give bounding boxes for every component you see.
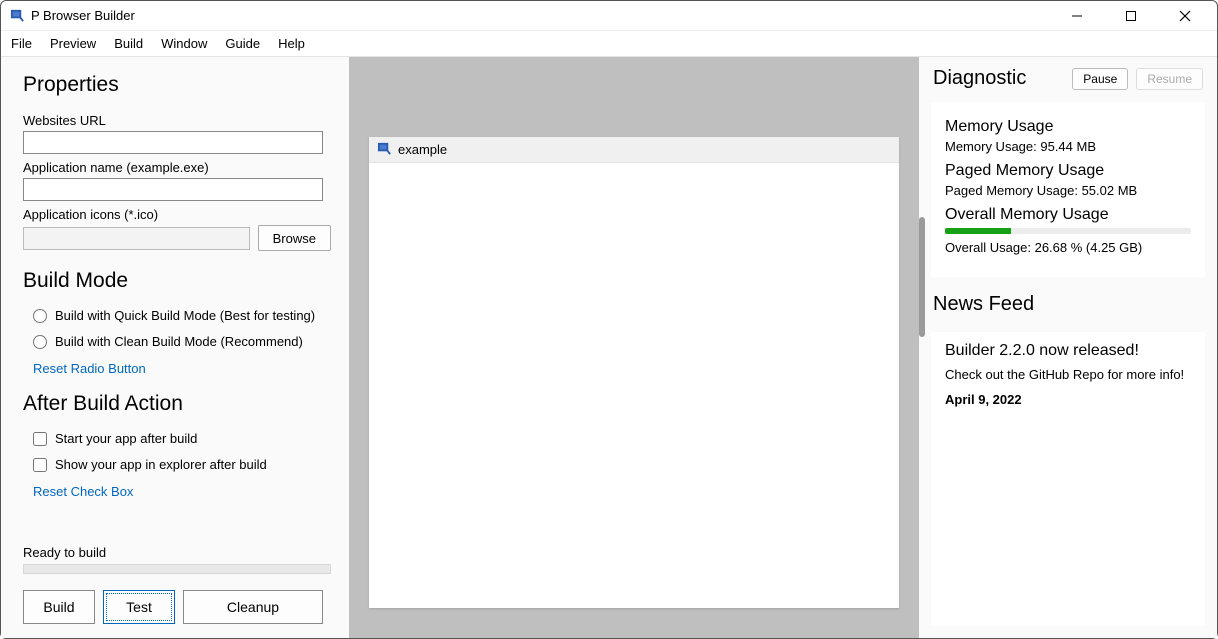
news-body: Check out the GitHub Repo for more info!: [945, 366, 1191, 384]
preview-app-icon: [377, 141, 392, 159]
overall-memory-text: Overall Usage: 26.68 % (4.25 GB): [945, 240, 1191, 255]
preview-title: example: [398, 142, 447, 157]
overall-memory-meter: [945, 228, 1191, 234]
menu-preview[interactable]: Preview: [50, 36, 96, 51]
properties-panel: Properties Websites URL Application name…: [1, 57, 349, 638]
resume-button[interactable]: Resume: [1136, 68, 1203, 90]
reset-radio-link[interactable]: Reset Radio Button: [33, 361, 331, 376]
websites-url-input[interactable]: [23, 131, 323, 154]
cleanup-button[interactable]: Cleanup: [183, 590, 323, 624]
websites-url-label: Websites URL: [23, 113, 331, 128]
newsfeed-card: Builder 2.2.0 now released! Check out th…: [931, 332, 1205, 626]
minimize-button[interactable]: [1059, 2, 1095, 30]
afterbuild-heading: After Build Action: [23, 392, 331, 416]
diagnostic-header: Diagnostic Pause Resume: [919, 57, 1217, 90]
right-panel: Diagnostic Pause Resume Memory Usage Mem…: [919, 57, 1217, 638]
titlebar: P Browser Builder: [1, 1, 1217, 31]
preview-titlebar: example: [369, 137, 899, 163]
newsfeed-header: News Feed: [919, 277, 1217, 320]
diagnostic-heading: Diagnostic: [933, 67, 1064, 90]
memory-usage-title: Memory Usage: [945, 118, 1191, 136]
properties-heading: Properties: [23, 73, 331, 97]
maximize-button[interactable]: [1113, 2, 1149, 30]
close-button[interactable]: [1167, 2, 1203, 30]
menu-guide[interactable]: Guide: [225, 36, 260, 51]
news-date: April 9, 2022: [945, 392, 1191, 407]
appicons-label: Application icons (*.ico): [23, 207, 331, 222]
check-show-input[interactable]: [33, 458, 47, 472]
check-show-explorer[interactable]: Show your app in explorer after build: [33, 457, 331, 472]
radio-clean-input[interactable]: [33, 335, 47, 349]
diagnostic-card: Memory Usage Memory Usage: 95.44 MB Page…: [931, 102, 1205, 277]
appname-label: Application name (example.exe): [23, 160, 331, 175]
radio-quick-input[interactable]: [33, 309, 47, 323]
menu-file[interactable]: File: [11, 36, 32, 51]
check-start-label: Start your app after build: [55, 431, 197, 446]
build-progress: [23, 564, 331, 574]
appname-input[interactable]: [23, 178, 323, 201]
window-title: P Browser Builder: [31, 8, 135, 23]
radio-clean-build[interactable]: Build with Clean Build Mode (Recommend): [33, 334, 331, 349]
radio-clean-label: Build with Clean Build Mode (Recommend): [55, 334, 303, 349]
reset-check-link[interactable]: Reset Check Box: [33, 484, 331, 499]
overall-memory-fill: [945, 228, 1011, 234]
menu-window[interactable]: Window: [161, 36, 207, 51]
build-button[interactable]: Build: [23, 590, 95, 624]
newsfeed-heading: News Feed: [933, 293, 1203, 316]
preview-window: example: [369, 137, 899, 608]
menu-build[interactable]: Build: [114, 36, 143, 51]
check-start-input[interactable]: [33, 432, 47, 446]
radio-quick-label: Build with Quick Build Mode (Best for te…: [55, 308, 315, 323]
test-button[interactable]: Test: [103, 590, 175, 624]
check-show-label: Show your app in explorer after build: [55, 457, 267, 472]
window-controls: [1059, 2, 1209, 30]
news-title: Builder 2.2.0 now released!: [945, 342, 1191, 360]
pause-button[interactable]: Pause: [1072, 68, 1128, 90]
menu-help[interactable]: Help: [278, 36, 305, 51]
status-text: Ready to build: [23, 545, 331, 560]
paged-memory-text: Paged Memory Usage: 55.02 MB: [945, 183, 1191, 198]
buildmode-heading: Build Mode: [23, 269, 331, 293]
appicons-input[interactable]: [23, 227, 250, 250]
check-start-app[interactable]: Start your app after build: [33, 431, 331, 446]
app-icon: [9, 8, 25, 24]
radio-quick-build[interactable]: Build with Quick Build Mode (Best for te…: [33, 308, 331, 323]
preview-area: example: [349, 57, 919, 638]
browse-button[interactable]: Browse: [258, 225, 331, 251]
memory-usage-text: Memory Usage: 95.44 MB: [945, 139, 1191, 154]
preview-scrollbar[interactable]: [919, 217, 925, 337]
overall-memory-title: Overall Memory Usage: [945, 206, 1191, 224]
menubar: File Preview Build Window Guide Help: [1, 31, 1217, 57]
paged-memory-title: Paged Memory Usage: [945, 162, 1191, 180]
